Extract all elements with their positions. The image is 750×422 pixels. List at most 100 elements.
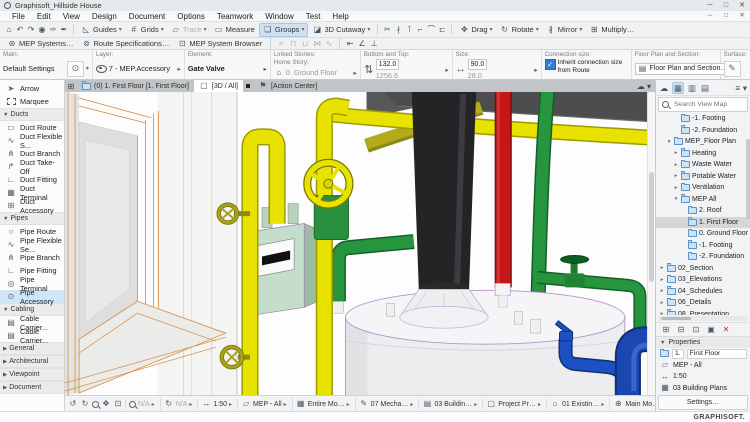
minimize-button[interactable]: ─ — [702, 0, 718, 11]
menu-view[interactable]: View — [57, 12, 86, 21]
tree-item[interactable]: -1. Footing — [656, 240, 750, 252]
story-name-field[interactable]: First Floor — [687, 349, 747, 359]
menu-window[interactable]: Window — [259, 12, 299, 21]
tool-cable-carrier[interactable]: ▤Cable Carrier... — [0, 329, 64, 342]
3d-scene[interactable] — [65, 92, 655, 395]
tool-duct-takeoff[interactable]: ↱Duct Take-Off — [0, 160, 64, 173]
layer-visibility-icon[interactable] — [96, 65, 107, 73]
tree-item[interactable]: 0. Ground Floor — [656, 228, 750, 240]
save-view-icon[interactable]: ⊡ — [691, 325, 701, 335]
close-button[interactable]: ✕ — [734, 0, 750, 11]
tree-hscrollbar[interactable] — [659, 316, 747, 321]
doc-close-button[interactable]: ✕ — [734, 11, 750, 21]
home-story-value[interactable]: 0. Ground Floor — [286, 68, 337, 77]
default-settings-button[interactable]: Default Settings — [3, 64, 55, 73]
element-flyout-icon[interactable]: ▸ — [264, 65, 267, 73]
publisher-icon[interactable]: ▤ — [700, 83, 710, 93]
search-input[interactable] — [672, 100, 746, 109]
doc-maximize-button[interactable]: □ — [718, 11, 734, 21]
quick-option-structure[interactable]: ▦Entire Mo…▸ — [292, 398, 353, 410]
view-map-search[interactable] — [658, 97, 748, 112]
3d-viewport[interactable] — [65, 92, 655, 395]
tool-pipe-accessory[interactable]: ⊙Pipe Accessory — [0, 290, 64, 303]
tool-pipe-branch[interactable]: ⋔Pipe Branch — [0, 251, 64, 264]
tree-item[interactable]: 2. Roof — [656, 205, 750, 217]
tree-item[interactable]: ▸Waste Water — [656, 159, 750, 171]
viewport-scrollbar-thumb[interactable] — [649, 172, 654, 282]
navigator-menu-icon[interactable]: ≡ ▾ — [735, 83, 747, 93]
tool-arrow[interactable]: ➤Arrow — [0, 82, 64, 95]
size-width-input[interactable]: 90.0 — [468, 59, 488, 70]
quick-option-scale[interactable]: ↔1:50▸ — [197, 398, 235, 410]
element-value[interactable]: Gate Valve — [188, 64, 225, 73]
tree-item[interactable]: ▸03_Elevations — [656, 274, 750, 286]
tab-overview-icon[interactable]: ⊞ — [65, 82, 77, 91]
quick-option-story[interactable]: ⌂01 Existin…▸ — [546, 398, 607, 410]
settings-button[interactable]: Settings… — [658, 395, 748, 410]
tree-item[interactable]: -2. Foundation — [656, 251, 750, 263]
tree-item[interactable]: 1. First Floor — [656, 217, 750, 229]
maximize-button[interactable]: □ — [718, 0, 734, 11]
project-chooser-icon[interactable]: ☁ — [659, 83, 669, 93]
properties-header[interactable]: ▼ Properties — [656, 336, 750, 348]
mep-button-mep-browser[interactable]: ⊡MEP System Browser — [174, 38, 265, 50]
valve-preview-icon[interactable]: ⊙ — [67, 61, 84, 77]
tree-item[interactable]: ▸02_Section — [656, 263, 750, 275]
tool-pipe-flexible[interactable]: ∿Pipe Flexible Se... — [0, 238, 64, 251]
tree-item[interactable]: ▸Ventilation — [656, 182, 750, 194]
tab-menu-cloud-icon[interactable]: ☁ ▾ — [637, 82, 651, 91]
menu-design[interactable]: Design — [86, 12, 123, 21]
layout-book-icon[interactable]: ▥ — [687, 83, 697, 93]
green-valve-handwheel[interactable] — [561, 255, 589, 263]
layer-value[interactable]: 7 - MEP.Accessory — [109, 64, 170, 73]
toolbar-button-guides[interactable]: ◺Guides▾ — [78, 24, 125, 36]
tree-item[interactable]: ▸Heating — [656, 148, 750, 160]
chevron-down-icon[interactable]: ▾ — [86, 65, 89, 72]
tab-2[interactable]: ▢[3D / All] — [194, 80, 243, 92]
tree-item[interactable]: ▸06_Details — [656, 297, 750, 309]
flue-black[interactable] — [412, 92, 476, 294]
toolbar-button-drag[interactable]: ✥Drag▾ — [456, 24, 495, 36]
red-riser-pipe[interactable] — [498, 92, 503, 287]
tool-duct-accessory[interactable]: ⊞Duct Accessory — [0, 199, 64, 212]
inherit-connection-checkbox[interactable]: ✓ — [545, 59, 556, 70]
size-flyout-icon[interactable]: ▸ — [534, 66, 537, 74]
mep-button-mep-systems[interactable]: ⊛MEP Systems… — [4, 38, 76, 50]
tree-hscrollbar-thumb[interactable] — [661, 317, 691, 320]
green-valve-body[interactable] — [565, 273, 585, 287]
layer-flyout-icon[interactable]: ▸ — [178, 65, 181, 73]
menu-file[interactable]: File — [6, 12, 31, 21]
toolbar-button-trace[interactable]: ▱Trace▾ — [168, 24, 210, 36]
blue-valve[interactable] — [560, 331, 573, 341]
tool-marquee[interactable]: Marquee — [0, 95, 64, 108]
tool-duct-flexible[interactable]: ∿Duct Flexible S... — [0, 134, 64, 147]
surface-painter-icon[interactable]: ✎ — [724, 61, 741, 77]
toolbar-button-cutaway[interactable]: ◪3D Cutaway▾ — [309, 24, 373, 36]
toolbox-section-viewpoint[interactable]: ▶Viewpoint — [0, 368, 64, 381]
tree-item[interactable]: ▸04_Schedules — [656, 286, 750, 298]
menu-document[interactable]: Document — [123, 12, 171, 21]
menu-help[interactable]: Help — [326, 12, 354, 21]
mep-button-route-specifications[interactable]: ⊚Route Specifications… — [78, 38, 172, 50]
toolbox-section-ducts[interactable]: ▼Ducts — [0, 108, 64, 121]
tab-3[interactable]: ⚑[Action Center] — [253, 80, 322, 92]
tree-item[interactable]: ▾MEP_Floor Plan — [656, 136, 750, 148]
viewport-scrollbar[interactable] — [647, 92, 655, 395]
quick-option-orbit[interactable]: ↻N/A▸ — [160, 398, 196, 410]
toolbar-button-mirror[interactable]: ∦Mirror▾ — [543, 24, 586, 36]
bottom-top-flyout-icon[interactable]: ▸ — [445, 66, 448, 74]
clone-folder-icon[interactable]: ⊞ — [661, 325, 671, 335]
view-map-icon[interactable]: ▦ — [672, 82, 684, 94]
toolbox-section-document[interactable]: ▶Document — [0, 381, 64, 394]
top-elevation-input[interactable]: 132.0 — [376, 59, 400, 70]
menu-test[interactable]: Test — [300, 12, 327, 21]
home-story-flyout-icon[interactable]: ▸ — [353, 69, 356, 77]
story-id-field[interactable]: 1. — [672, 349, 684, 359]
delete-icon[interactable]: ✕ — [721, 325, 731, 335]
tree-item[interactable]: ▸Potable Water — [656, 171, 750, 183]
tree-item[interactable]: -2. Foundation — [656, 125, 750, 137]
quick-option-position[interactable]: ⊕Main Mo…▸ — [609, 398, 655, 410]
tree-item[interactable]: -1. Footing — [656, 113, 750, 125]
tree-item[interactable]: ▾MEP All — [656, 194, 750, 206]
toolbar-button-multiply[interactable]: ⊞Multiply… — [586, 24, 637, 36]
